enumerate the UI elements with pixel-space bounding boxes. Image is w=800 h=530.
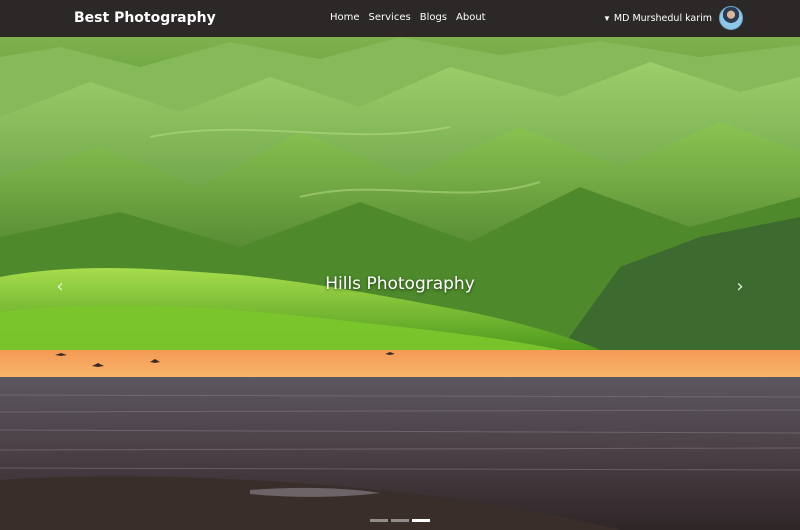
nav-links: Home Services Blogs About <box>330 12 486 23</box>
nav-link-services[interactable]: Services <box>369 12 411 23</box>
chevron-right-icon[interactable]: › <box>732 277 748 297</box>
sea-image <box>0 350 800 530</box>
nav-link-blogs[interactable]: Blogs <box>420 12 447 23</box>
carousel-indicator-2[interactable] <box>391 519 409 522</box>
nav-link-about[interactable]: About <box>456 12 486 23</box>
navbar: Best Photography Home Services Blogs Abo… <box>0 0 800 37</box>
caret-down-icon: ▼ <box>603 13 611 23</box>
carousel-slide-sunset-sea <box>0 350 800 530</box>
brand-logo-link[interactable]: Best Photography <box>74 10 216 26</box>
carousel-indicator-3[interactable] <box>412 519 430 522</box>
user-name: MD Murshedul karim <box>613 12 713 24</box>
nav-link-home[interactable]: Home <box>330 12 360 23</box>
hills-image <box>0 37 800 350</box>
user-menu[interactable]: ▼ MD Murshedul karim <box>603 6 744 30</box>
slide-caption: Hills Photography <box>325 274 475 294</box>
carousel-slide-hills: Hills Photography ‹ › <box>0 37 800 350</box>
carousel-indicator-1[interactable] <box>370 519 388 522</box>
avatar[interactable] <box>719 6 744 30</box>
carousel-indicators <box>370 519 430 522</box>
chevron-left-icon[interactable]: ‹ <box>52 277 68 297</box>
